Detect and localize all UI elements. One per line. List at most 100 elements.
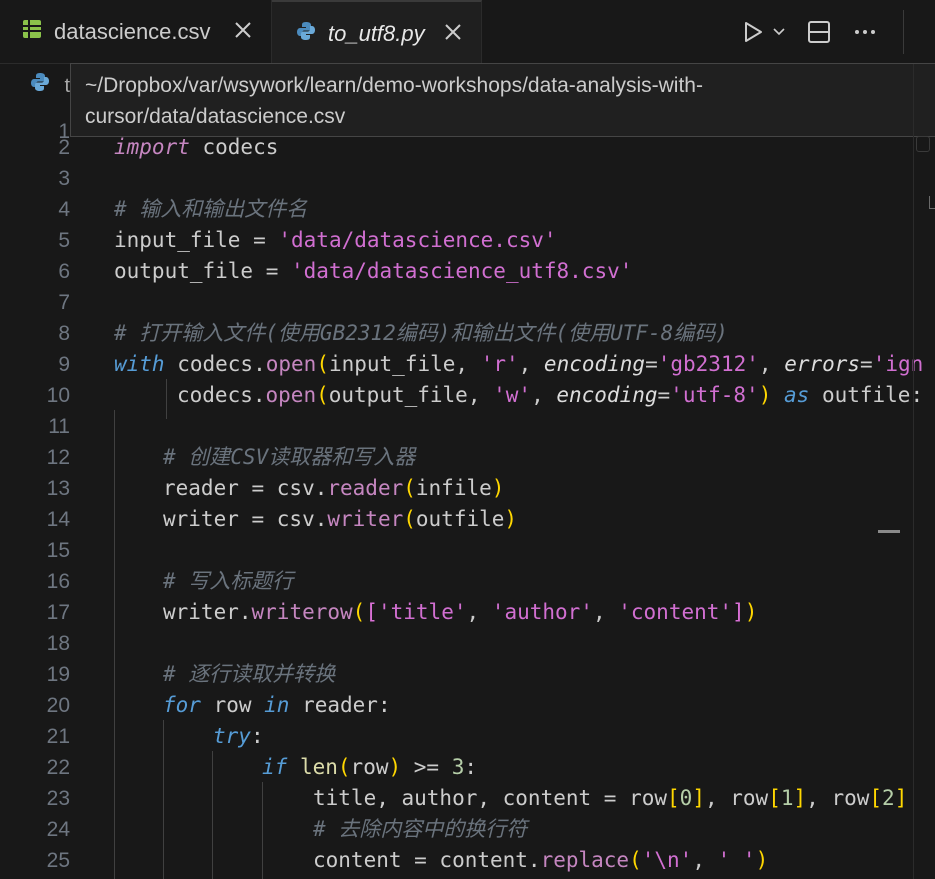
code-text: content = content.: [313, 848, 541, 872]
number-literal: 1: [780, 786, 794, 810]
line-number: 5: [58, 229, 70, 252]
code-text: =: [657, 383, 671, 407]
code-text: infile: [415, 476, 492, 500]
tab-label: datascience.csv: [54, 19, 211, 44]
line-number: 16: [46, 570, 70, 593]
breadcrumb[interactable]: t: [30, 72, 70, 97]
line-number: 12: [46, 446, 70, 469]
paren: (: [403, 476, 416, 500]
comment: # 创建CSV读取器和写入器: [163, 445, 416, 469]
code-text: input_file =: [114, 228, 279, 252]
code-line: 22 if len(row) >= 3:: [0, 752, 935, 783]
table-icon: [22, 19, 42, 45]
scrollbar-marker[interactable]: [878, 530, 900, 533]
tab-to-utf8-py[interactable]: to_utf8.py: [272, 0, 482, 65]
code-text: reader = csv.: [163, 476, 328, 500]
code-line: 23 title, author, content = row[0], row[1…: [0, 783, 935, 814]
code-line: 3: [0, 163, 935, 194]
code-editor[interactable]: 1 2 import codecs 3 4 # 输入和输出文件名 5 input_fi…: [0, 120, 935, 879]
number-literal: 2: [882, 786, 895, 810]
function-name: len: [299, 755, 338, 779]
line-number: 9: [58, 353, 70, 376]
code-line: 10 codecs.open(output_file, 'w', encoding…: [0, 380, 935, 411]
code-line: 14 writer = csv.writer(outfile): [0, 504, 935, 535]
keyword: if: [262, 755, 288, 779]
string-literal: 'content': [618, 600, 733, 624]
line-number: 6: [58, 260, 70, 283]
tooltip-line: ~/Dropbox/var/wsywork/learn/demo-worksho…: [85, 74, 703, 97]
paren: ): [491, 476, 505, 500]
code-text: input_file,: [328, 352, 481, 376]
paren: ): [504, 507, 518, 531]
tab-datascience-csv[interactable]: datascience.csv: [0, 0, 272, 64]
code-line: 24 # 去除内容中的换行符: [0, 814, 935, 845]
close-icon[interactable]: [443, 22, 463, 42]
line-number: 21: [46, 725, 70, 748]
close-icon[interactable]: [233, 20, 253, 40]
code-text: >=: [401, 755, 452, 779]
code-line: 11: [0, 411, 935, 442]
code-line: 13 reader = csv.reader(infile): [0, 473, 935, 504]
code-text: codecs.: [164, 352, 266, 376]
string-literal: 'r': [480, 352, 519, 376]
code-text: :: [464, 755, 478, 779]
line-number: 15: [46, 539, 70, 562]
line-number: 10: [46, 384, 70, 407]
code-text: ,: [531, 383, 557, 407]
line-number: 7: [58, 291, 70, 314]
bracket: [: [768, 786, 781, 810]
code-text: output_file =: [114, 259, 292, 283]
bracket: ]: [894, 786, 908, 810]
minimap-divider: [913, 64, 914, 879]
chevron-down-icon[interactable]: [771, 18, 787, 46]
method-name: open: [265, 352, 317, 376]
code-line: 8 # 打开输入文件(使用GB2312编码)和输出文件(使用UTF-8编码): [0, 318, 935, 349]
code-text: reader:: [289, 693, 391, 717]
split-editor-icon[interactable]: [805, 18, 833, 46]
string-literal: 'data/datascience.csv': [278, 228, 557, 252]
paren: (: [403, 507, 416, 531]
code-line: 16 # 写入标题行: [0, 566, 935, 597]
python-icon: [296, 21, 316, 47]
divider: [903, 10, 904, 54]
line-number: 23: [46, 787, 70, 810]
number-literal: 3: [451, 755, 465, 779]
string-literal: 'gb2312': [657, 352, 759, 376]
bracket: [: [667, 786, 680, 810]
string-literal: ' ': [717, 848, 756, 872]
comment: # 输入和输出文件名: [114, 197, 308, 221]
tab-label: to_utf8.py: [328, 20, 425, 46]
line-number: 11: [48, 415, 70, 438]
run-icon[interactable]: [739, 18, 767, 46]
string-literal: 'ign: [872, 352, 924, 376]
bracket: ]: [692, 786, 705, 810]
comment: # 写入标题行: [163, 569, 294, 593]
string-literal: 'author': [491, 600, 593, 624]
code-text: ,: [592, 600, 619, 624]
code-line: 17 writer.writerow(['title', 'author', 'c…: [0, 597, 935, 628]
code-text: writer.: [163, 600, 252, 624]
code-text: outfile: [415, 507, 505, 531]
paren: ): [388, 755, 402, 779]
code-text: ,: [692, 848, 718, 872]
code-text: , row: [704, 786, 769, 810]
line-number: 17: [46, 601, 70, 624]
keyword: as: [784, 383, 810, 407]
param-name: encoding: [556, 383, 658, 407]
paren: (: [352, 600, 366, 624]
minimap-slider[interactable]: [916, 136, 930, 152]
method-name: open: [265, 383, 317, 407]
code-text: codecs.: [177, 383, 266, 407]
code-line: 20 for row in reader:: [0, 690, 935, 721]
line-number: 18: [46, 632, 70, 655]
line-number: 24: [46, 818, 70, 841]
code-text: :: [250, 724, 264, 748]
line-number: 14: [46, 508, 70, 531]
code-line: 25 content = content.replace('\n', ' '): [0, 845, 935, 876]
comment: # 打开输入文件(使用GB2312编码)和输出文件(使用UTF-8编码): [114, 321, 728, 345]
code-line: 5 input_file = 'data/datascience.csv': [0, 225, 935, 256]
tab-bar: datascience.csv to_utf8.py: [0, 0, 935, 65]
line-number: 4: [58, 198, 70, 221]
more-actions-icon[interactable]: [851, 18, 879, 46]
code-line: 21 try:: [0, 721, 935, 752]
